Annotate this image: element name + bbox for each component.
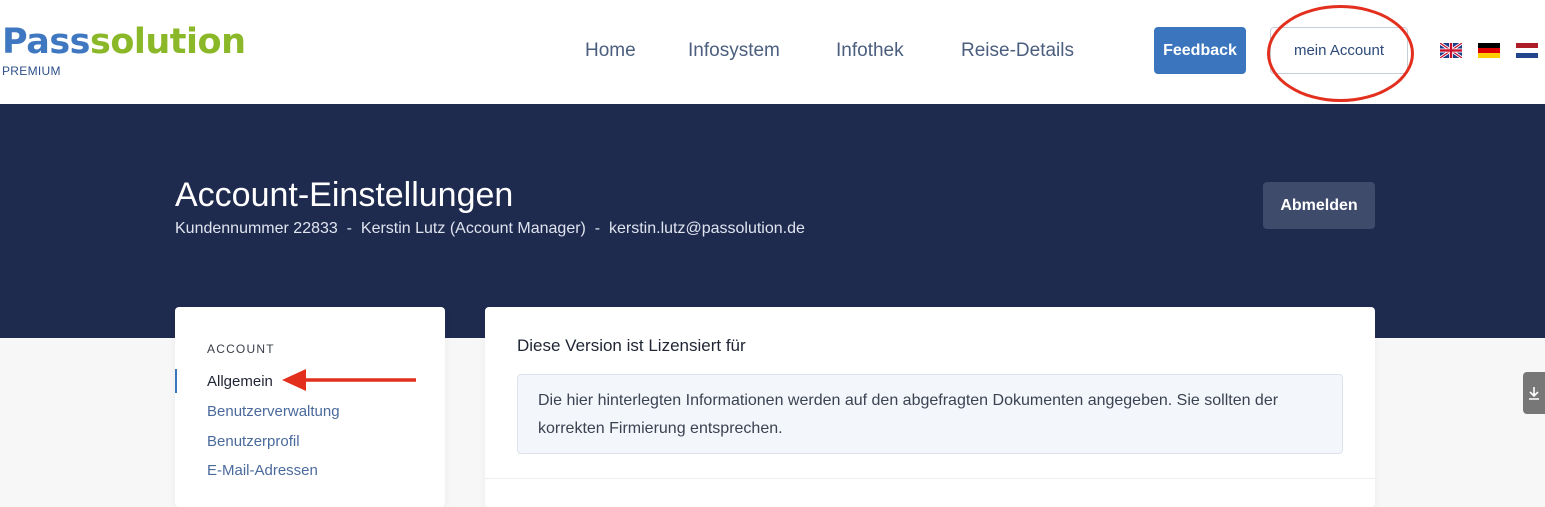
passolution-logo[interactable]: Passsolution PREMIUM xyxy=(2,22,246,78)
sidebar-item-email-adressen[interactable]: E-Mail-Adressen xyxy=(207,462,318,479)
logo-wordmark: Passsolution xyxy=(2,22,246,62)
info-notice: Die hier hinterlegten Informationen werd… xyxy=(517,374,1343,454)
page-header-banner: Account-Einstellungen Kundennummer 22833… xyxy=(0,104,1545,338)
logout-button[interactable]: Abmelden xyxy=(1263,182,1375,229)
feedback-button[interactable]: Feedback xyxy=(1154,27,1246,74)
nav-home[interactable]: Home xyxy=(585,40,636,62)
annotation-arrow xyxy=(282,369,416,391)
account-sidebar: ACCOUNT Allgemein Benutzerverwaltung Ben… xyxy=(175,307,445,507)
german-flag-icon[interactable] xyxy=(1478,43,1500,58)
top-navigation-bar: Passsolution PREMIUM Home Infosystem Inf… xyxy=(0,0,1545,104)
sidebar-heading: ACCOUNT xyxy=(207,342,275,356)
account-summary: Kundennummer 22833 - Kerstin Lutz (Accou… xyxy=(175,220,805,237)
nav-infosystem[interactable]: Infosystem xyxy=(688,40,780,62)
page-title: Account-Einstellungen xyxy=(175,176,514,214)
active-indicator xyxy=(175,369,177,393)
uk-flag-icon[interactable] xyxy=(1440,43,1462,58)
nav-infothek[interactable]: Infothek xyxy=(836,40,904,62)
divider xyxy=(485,478,1375,479)
logo-subtitle: PREMIUM xyxy=(2,64,61,78)
my-account-button[interactable]: mein Account xyxy=(1270,27,1408,74)
download-icon[interactable] xyxy=(1523,372,1545,414)
dutch-flag-icon[interactable] xyxy=(1516,43,1538,58)
nav-reise-details[interactable]: Reise-Details xyxy=(961,40,1074,62)
license-panel-title: Diese Version ist Lizensiert für xyxy=(517,336,746,355)
license-panel: Diese Version ist Lizensiert für Die hie… xyxy=(485,307,1375,507)
sidebar-item-benutzerprofil[interactable]: Benutzerprofil xyxy=(207,433,300,450)
sidebar-item-allgemein[interactable]: Allgemein xyxy=(207,373,273,390)
sidebar-item-benutzerverwaltung[interactable]: Benutzerverwaltung xyxy=(207,403,340,420)
